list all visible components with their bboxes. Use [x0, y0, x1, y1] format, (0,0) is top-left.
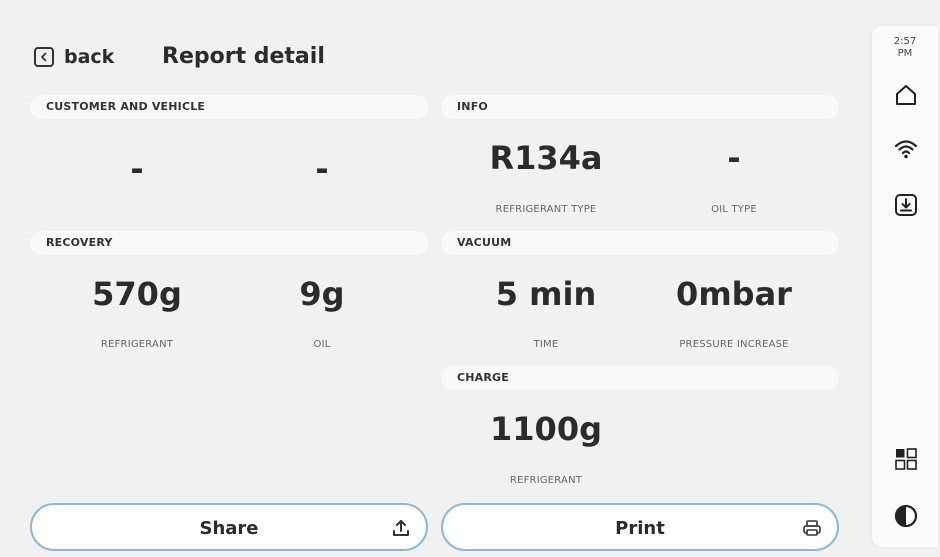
upload-icon — [390, 517, 412, 539]
print-button[interactable]: Print — [441, 503, 839, 551]
grid-icon[interactable] — [893, 446, 919, 472]
refrigerant-type-value: R134a — [489, 139, 603, 177]
section-header-recovery: RECOVERY — [30, 231, 428, 255]
download-icon[interactable] — [893, 192, 919, 218]
section-header-customer: CUSTOMER AND VEHICLE — [30, 95, 428, 119]
recovery-refrigerant-label: REFRIGERANT — [100, 339, 174, 350]
back-button[interactable]: back — [34, 46, 114, 68]
contrast-icon[interactable] — [893, 503, 919, 529]
print-label: Print — [615, 518, 665, 539]
report-detail-screen: back Report detail CUSTOMER AND VEHICLE … — [0, 0, 940, 557]
page-title: Report detail — [162, 44, 325, 69]
vacuum-time-label: TIME — [533, 339, 559, 350]
clock: 2:57 PM — [872, 36, 938, 60]
charge-refrigerant-label: REFRIGERANT — [509, 475, 583, 486]
share-label: Share — [199, 518, 259, 539]
vehicle-value: - — [315, 150, 329, 188]
oil-type-value: - — [727, 139, 741, 177]
vacuum-pressure-label: PRESSURE INCREASE — [679, 339, 789, 350]
printer-icon — [801, 517, 823, 539]
refrigerant-type-label: REFRIGERANT TYPE — [495, 204, 597, 215]
section-header-charge: CHARGE — [441, 366, 839, 390]
home-icon[interactable] — [893, 82, 919, 108]
recovery-refrigerant-value: 570g — [92, 275, 182, 313]
charge-refrigerant-value: 1100g — [490, 410, 602, 448]
recovery-oil-label: OIL — [313, 339, 331, 350]
oil-type-label: OIL TYPE — [711, 204, 757, 215]
clock-time: 2:57 — [893, 36, 917, 47]
back-label: back — [64, 46, 115, 68]
clock-ampm: PM — [897, 48, 913, 59]
vacuum-time-value: 5 min — [495, 275, 597, 313]
share-button[interactable]: Share — [30, 503, 428, 551]
right-rail: 2:57 PM — [872, 26, 938, 547]
vacuum-pressure-value: 0mbar — [676, 275, 792, 313]
customer-value: - — [130, 150, 144, 188]
section-header-vacuum: VACUUM — [441, 231, 839, 255]
wifi-icon[interactable] — [893, 136, 919, 162]
recovery-oil-value: 9g — [299, 275, 345, 313]
chevron-left-icon — [34, 47, 54, 67]
section-header-info: INFO — [441, 95, 839, 119]
